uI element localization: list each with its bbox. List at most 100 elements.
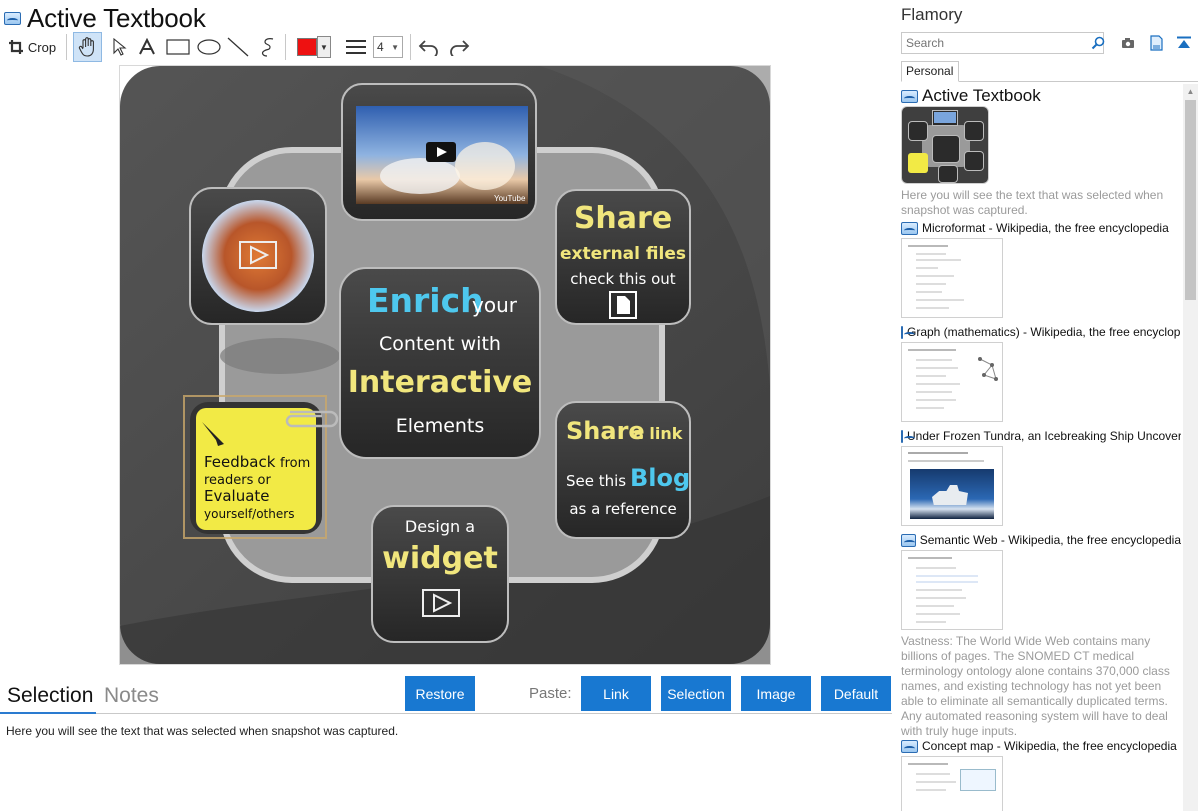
page-icon [901, 429, 915, 443]
editor-pane: Active Textbook Crop ▼ 4 ▼ YouTube Share… [0, 0, 892, 811]
video-brand: YouTube [494, 194, 526, 203]
color-picker[interactable]: ▼ [293, 32, 335, 62]
page-icon [901, 739, 918, 753]
drawing-toolbar: Crop ▼ 4 ▼ [0, 32, 892, 62]
undo-button[interactable] [416, 32, 442, 62]
text-tool-button[interactable] [134, 32, 160, 62]
paste-image-button[interactable]: Image [741, 676, 811, 711]
share-files-title: Share [574, 201, 672, 236]
paste-label: Paste: [529, 685, 572, 702]
feedback-line1: Feedback [204, 453, 276, 471]
item-description: Here you will see the text that was sele… [901, 188, 1164, 217]
list-item[interactable]: Active Textbook Here you will see the te… [901, 86, 1181, 217]
line-width-select[interactable]: 4 ▼ [372, 32, 404, 62]
toolbar-separator [285, 34, 286, 60]
tab-notes[interactable]: Notes [104, 684, 159, 708]
chevron-down-icon: ▼ [391, 42, 399, 52]
redo-button[interactable] [446, 32, 472, 62]
item-thumbnail [901, 106, 989, 184]
crop-icon [8, 40, 23, 54]
chevron-down-icon: ▼ [317, 36, 331, 58]
sidebar-scrollbar[interactable]: ▲ [1183, 84, 1198, 811]
paste-selection-button[interactable]: Selection [661, 676, 731, 711]
freehand-tool-button[interactable] [255, 32, 281, 62]
app-name: Flamory [901, 5, 963, 24]
document-button[interactable] [1146, 33, 1166, 53]
selection-text[interactable]: Here you will see the text that was sele… [6, 724, 398, 738]
sidebar-tab-row: Personal [901, 61, 1198, 82]
rectangle-tool-button[interactable] [163, 32, 193, 62]
share-link-title-suffix: a link [633, 424, 683, 443]
document-icon [1149, 35, 1163, 51]
restore-button[interactable]: Restore [405, 676, 475, 711]
minimize-to-top-button[interactable] [1174, 33, 1194, 53]
center-word-your: your [472, 293, 518, 317]
snapshot-list: Active Textbook Here you will see the te… [901, 82, 1181, 811]
crop-button[interactable]: Crop [6, 32, 58, 62]
share-files-subtitle: external files [560, 244, 686, 264]
details-tab-bar: Selection Notes Restore Paste: Link Sele… [0, 676, 892, 714]
toolbar-separator [66, 34, 67, 60]
library-sidebar: Flamory Search Personal Active Textbook … [892, 0, 1198, 811]
center-word-enrich: Enrich [367, 281, 484, 320]
item-thumbnail [901, 756, 1003, 811]
snapshot-canvas[interactable]: YouTube Share external files check this … [119, 65, 771, 665]
text-icon [139, 38, 155, 55]
scroll-thumb[interactable] [1185, 100, 1196, 300]
feedback-line3: Evaluate [204, 487, 270, 505]
feedback-line1b: from [280, 456, 310, 471]
item-title: Microformat - Wikipedia, the free encycl… [922, 221, 1169, 235]
paste-default-button[interactable]: Default [821, 676, 891, 711]
widget-line1: Design a [405, 517, 475, 536]
feedback-line4: yourself/others [204, 507, 294, 521]
item-title: Semantic Web - Wikipedia, the free encyc… [919, 533, 1181, 547]
item-title: Under Frozen Tundra, an Icebreaking Ship… [907, 429, 1181, 443]
list-item[interactable]: Semantic Web - Wikipedia, the free encyc… [901, 532, 1181, 738]
freehand-icon [261, 38, 274, 57]
tab-personal[interactable]: Personal [901, 61, 960, 82]
search-icon [1091, 36, 1105, 50]
ellipse-icon [197, 39, 221, 55]
document-icon [4, 11, 21, 25]
paste-link-button[interactable]: Link [581, 676, 651, 711]
active-tab-indicator [0, 712, 96, 714]
page-icon [901, 89, 918, 103]
line-style-button[interactable] [343, 32, 369, 62]
line-width-value: 4 [377, 40, 384, 54]
pointer-icon [113, 37, 127, 56]
widget-line2: widget [382, 541, 498, 576]
list-item[interactable]: Graph (mathematics) - Wikipedia, the fre… [901, 324, 1181, 422]
select-tool-button[interactable] [106, 32, 132, 62]
scroll-up-icon[interactable]: ▲ [1183, 84, 1198, 99]
list-item[interactable]: Under Frozen Tundra, an Icebreaking Ship… [901, 428, 1181, 526]
line-weight-icon [346, 40, 366, 54]
undo-icon [418, 40, 438, 56]
share-link-blog: Blog [630, 464, 690, 492]
pan-tool-button[interactable] [73, 32, 102, 62]
share-link-line2: See this [566, 472, 626, 490]
search-button[interactable] [1088, 33, 1108, 53]
squirrel-photo [202, 200, 314, 312]
search-input[interactable] [901, 32, 1104, 54]
item-thumbnail [901, 446, 1003, 526]
ellipse-tool-button[interactable] [194, 32, 224, 62]
snapshot-image: YouTube Share external files check this … [120, 66, 770, 664]
page-icon [901, 533, 916, 547]
item-thumbnail [901, 238, 1003, 318]
item-description: Vastness: The World Wide Web contains ma… [901, 634, 1170, 738]
list-item[interactable]: Microformat - Wikipedia, the free encycl… [901, 220, 1181, 318]
item-thumbnail [901, 342, 1003, 422]
share-files-caption: check this out [570, 270, 676, 288]
tab-selection[interactable]: Selection [7, 684, 93, 708]
collapse-top-icon [1177, 36, 1191, 48]
page-icon [901, 221, 918, 235]
line-tool-button[interactable] [225, 32, 251, 62]
capture-button[interactable] [1118, 33, 1138, 53]
hand-icon [78, 37, 94, 57]
item-title: Active Textbook [922, 86, 1041, 105]
list-item[interactable]: Concept map - Wikipedia, the free encycl… [901, 738, 1181, 811]
document-title: Active Textbook [27, 2, 206, 33]
share-link-line3: as a reference [569, 500, 676, 518]
app-window: Active Textbook Crop ▼ 4 ▼ YouTube Share… [0, 0, 1198, 811]
item-title: Graph (mathematics) - Wikipedia, the fre… [907, 325, 1181, 339]
